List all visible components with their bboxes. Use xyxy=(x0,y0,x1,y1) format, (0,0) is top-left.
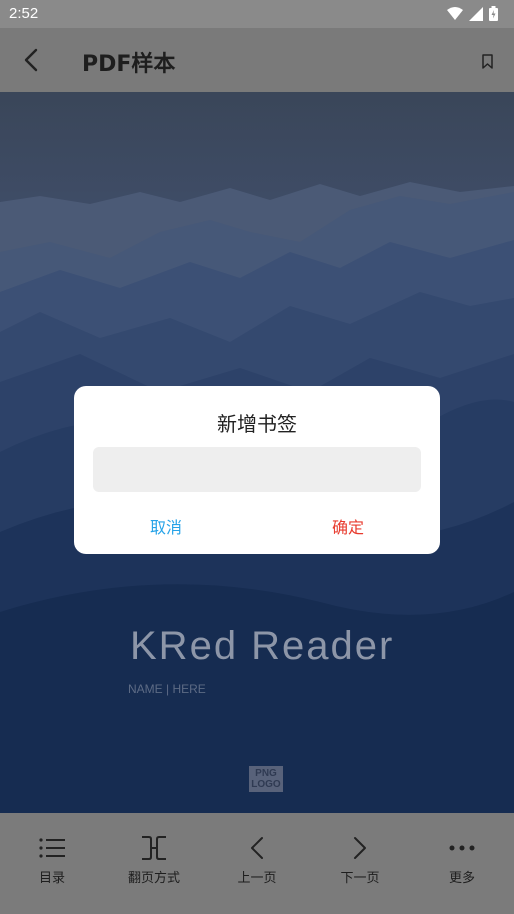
back-arrow-icon xyxy=(24,48,38,72)
more-button[interactable]: 更多 xyxy=(422,833,502,886)
add-bookmark-dialog: 新增书签 取消 确定 xyxy=(74,386,440,554)
bookmark-icon xyxy=(481,53,493,69)
cover-logo-line2: LOGO xyxy=(251,779,281,790)
page-title: PDF样本 xyxy=(82,52,176,77)
toc-button[interactable]: 目录 xyxy=(12,833,92,886)
cover-title: KRed Reader xyxy=(130,624,395,668)
page-turn-mode-label: 翻页方式 xyxy=(127,871,180,886)
bottom-toolbar: 目录 翻页方式 上一页 下一页 更多 xyxy=(0,813,514,914)
next-page-button[interactable]: 下一页 xyxy=(320,833,400,886)
battery-icon xyxy=(489,6,498,21)
list-icon xyxy=(39,838,65,858)
more-label: 更多 xyxy=(448,871,475,886)
next-page-label: 下一页 xyxy=(340,871,380,886)
confirm-button[interactable]: 确定 xyxy=(296,514,400,538)
previous-page-button[interactable]: 上一页 xyxy=(217,833,297,886)
dialog-title: 新增书签 xyxy=(217,412,297,436)
signal-icon xyxy=(469,6,483,21)
page-turn-icon xyxy=(142,836,166,860)
page-turn-mode-button[interactable]: 翻页方式 xyxy=(114,833,194,886)
chevron-left-icon xyxy=(251,837,263,859)
bookmark-name-input[interactable] xyxy=(93,447,421,492)
cover-logo: PNG LOGO xyxy=(249,766,283,792)
back-button[interactable] xyxy=(14,45,48,75)
wifi-icon xyxy=(447,6,463,20)
chevron-right-icon xyxy=(354,837,366,859)
cover-logo-line1: PNG xyxy=(255,768,277,779)
app-bar: PDF样本 xyxy=(0,28,514,92)
more-icon xyxy=(449,845,475,851)
cancel-button[interactable]: 取消 xyxy=(114,514,218,538)
status-icons xyxy=(447,6,498,21)
previous-page-label: 上一页 xyxy=(237,871,277,886)
bookmark-button[interactable] xyxy=(478,50,496,72)
status-time: 2:52 xyxy=(9,5,39,22)
cover-subtitle: NAME | HERE xyxy=(128,682,206,696)
status-bar: 2:52 xyxy=(0,0,514,28)
toc-label: 目录 xyxy=(38,871,65,886)
